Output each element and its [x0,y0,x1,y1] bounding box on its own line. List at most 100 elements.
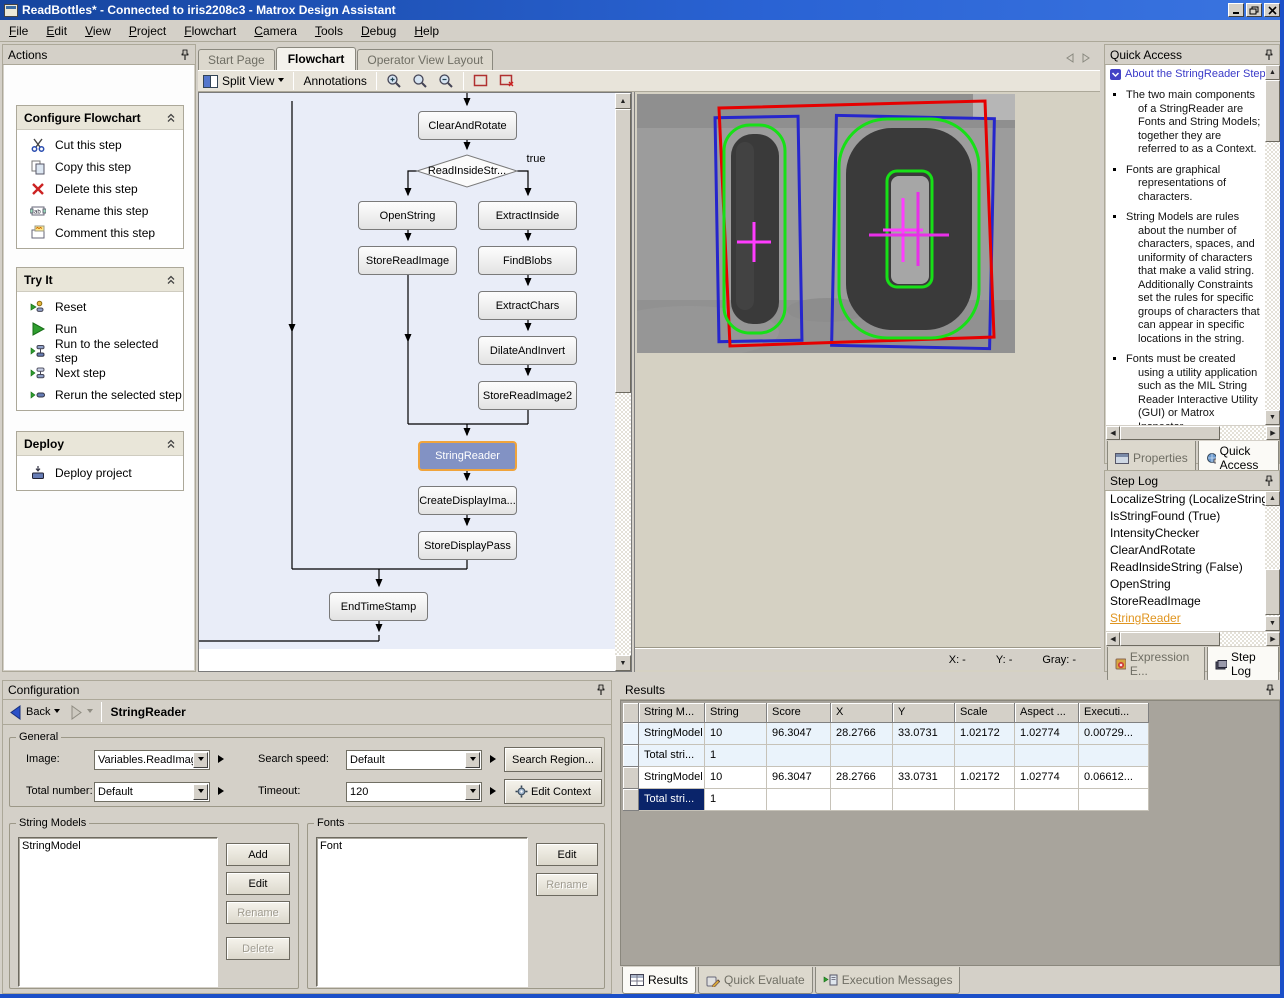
cut-step-action[interactable]: Cut this step [17,134,183,156]
dropdown-button[interactable] [193,784,208,800]
table-row[interactable]: Total stri... 1 [623,745,1149,767]
node-storereadimage2[interactable]: StoreReadImage2 [478,381,577,410]
step-log-entry[interactable]: IsStringFound (True) [1106,508,1280,525]
node-dilateandinvert[interactable]: DilateAndInvert [478,336,577,365]
scroll-down-button[interactable]: ▼ [1265,616,1280,631]
zoom-in-button[interactable] [381,71,407,91]
tab-results[interactable]: Results [622,967,696,994]
scroll-thumb[interactable] [1265,569,1280,615]
edit-context-button[interactable]: Edit Context [504,779,602,804]
node-extractchars[interactable]: ExtractChars [478,291,577,320]
menu-view[interactable]: View [76,21,120,41]
table-row-selected[interactable]: Total stri... 1 [623,789,1149,811]
close-button[interactable] [1264,3,1280,17]
scroll-thumb[interactable] [615,109,631,393]
tab-quick-evaluate[interactable]: Quick Evaluate [698,967,813,994]
dropdown-button[interactable] [465,784,480,800]
restore-button[interactable] [1246,3,1262,17]
edit-font-button[interactable]: Edit [536,843,598,866]
node-clearandrotate[interactable]: ClearAndRotate [418,111,517,140]
deploy-project-action[interactable]: Deploy project [17,462,183,484]
collapse-chevron-icon[interactable] [166,113,176,123]
tab-expression-evaluator[interactable]: Expression E... [1107,647,1205,682]
forward-button[interactable] [70,705,93,720]
scroll-left-button[interactable]: ◀ [1106,426,1120,440]
attach-expression-icon[interactable] [490,755,500,763]
menu-flowchart[interactable]: Flowchart [175,21,245,41]
image-combobox[interactable]: Variables.ReadImage [94,750,210,770]
about-stringreader-link[interactable]: About the StringReader Step [1106,65,1280,82]
scroll-right-button[interactable]: ▶ [1266,426,1280,440]
table-row[interactable]: StringModel 10 96.3047 28.2766 33.0731 1… [623,767,1149,789]
column-header[interactable]: Y [893,703,955,723]
back-button[interactable]: Back [9,705,60,720]
flowchart-canvas[interactable]: ClearAndRotate ReadInsideStr... true Ope… [199,93,615,649]
split-view-button[interactable]: Split View [198,72,289,90]
add-string-model-button[interactable]: Add [226,843,290,866]
column-header[interactable]: X [831,703,893,723]
next-step-action[interactable]: Next step [17,362,183,384]
row-selector[interactable] [623,767,639,789]
collapse-chevron-icon[interactable] [166,439,176,449]
scroll-down-button[interactable]: ▼ [615,655,631,671]
total-number-combobox[interactable]: Default [94,782,210,802]
rerun-selected-action[interactable]: Rerun the selected step [17,384,183,406]
selected-cell[interactable]: Total stri... [639,789,705,811]
node-readinsidestring-decision[interactable]: ReadInsideStr... [411,159,523,183]
menu-project[interactable]: Project [120,21,175,41]
node-endtimestamp[interactable]: EndTimeStamp [329,592,428,621]
menu-debug[interactable]: Debug [352,21,405,41]
edit-string-model-button[interactable]: Edit [226,872,290,895]
column-header[interactable]: Score [767,703,831,723]
menu-camera[interactable]: Camera [245,21,306,41]
tab-start-page[interactable]: Start Page [198,49,275,70]
list-item[interactable]: Font [317,838,527,852]
step-log-entry-current[interactable]: StringReader [1106,610,1280,627]
row-selector[interactable] [623,723,639,745]
attach-expression-icon[interactable] [490,787,500,795]
minimize-button[interactable] [1228,3,1244,17]
rename-step-action[interactable]: ab Rename this step [17,200,183,222]
node-openstring[interactable]: OpenString [358,201,457,230]
tab-execution-messages[interactable]: Execution Messages [815,967,961,994]
scroll-down-button[interactable]: ▼ [1265,410,1280,425]
node-createdisplayimage[interactable]: CreateDisplayIma... [418,486,517,515]
attach-expression-icon[interactable] [218,787,228,795]
pin-icon[interactable] [180,49,190,61]
row-selector[interactable] [623,745,639,767]
column-header[interactable]: Aspect ... [1015,703,1079,723]
row-selector-header[interactable] [623,703,639,723]
tab-operator-view-layout[interactable]: Operator View Layout [357,49,493,70]
search-region-button[interactable]: Search Region... [504,747,602,772]
tab-flowchart[interactable]: Flowchart [276,47,357,70]
column-header[interactable]: String M... [639,703,705,723]
scroll-thumb[interactable] [1120,632,1220,646]
timeout-combobox[interactable]: 120 [346,782,482,802]
run-to-selected-action[interactable]: Run to the selected step [17,340,183,362]
scroll-up-button[interactable]: ▲ [615,93,631,109]
column-header[interactable]: Scale [955,703,1015,723]
pin-icon[interactable] [1265,684,1275,696]
collapse-chevron-icon[interactable] [166,275,176,285]
menu-file[interactable]: File [0,21,37,41]
annotations-button[interactable]: Annotations [298,72,371,90]
scroll-left-button[interactable]: ◀ [1106,632,1120,646]
table-row[interactable]: StringModel 10 96.3047 28.2766 33.0731 1… [623,723,1149,745]
list-item[interactable]: StringModel [19,838,217,852]
step-log-entry[interactable]: ReadInsideString (False) [1106,559,1280,576]
node-storereadimage[interactable]: StoreReadImage [358,246,457,275]
step-log-entry[interactable]: StoreReadImage [1106,593,1280,610]
scroll-thumb[interactable] [1265,80,1280,142]
node-storedisplaypass[interactable]: StoreDisplayPass [418,531,517,560]
attach-expression-icon[interactable] [218,755,228,763]
back-dropdown-icon[interactable] [54,709,60,716]
step-log-entry[interactable]: OpenString [1106,576,1280,593]
column-header[interactable]: Executi... [1079,703,1149,723]
dropdown-button[interactable] [465,752,480,768]
node-stringreader[interactable]: StringReader [418,441,517,471]
row-selector[interactable] [623,789,639,811]
scroll-right-button[interactable]: ▶ [1266,632,1280,646]
pin-icon[interactable] [596,684,606,696]
menu-tools[interactable]: Tools [306,21,352,41]
node-extractinside[interactable]: ExtractInside [478,201,577,230]
